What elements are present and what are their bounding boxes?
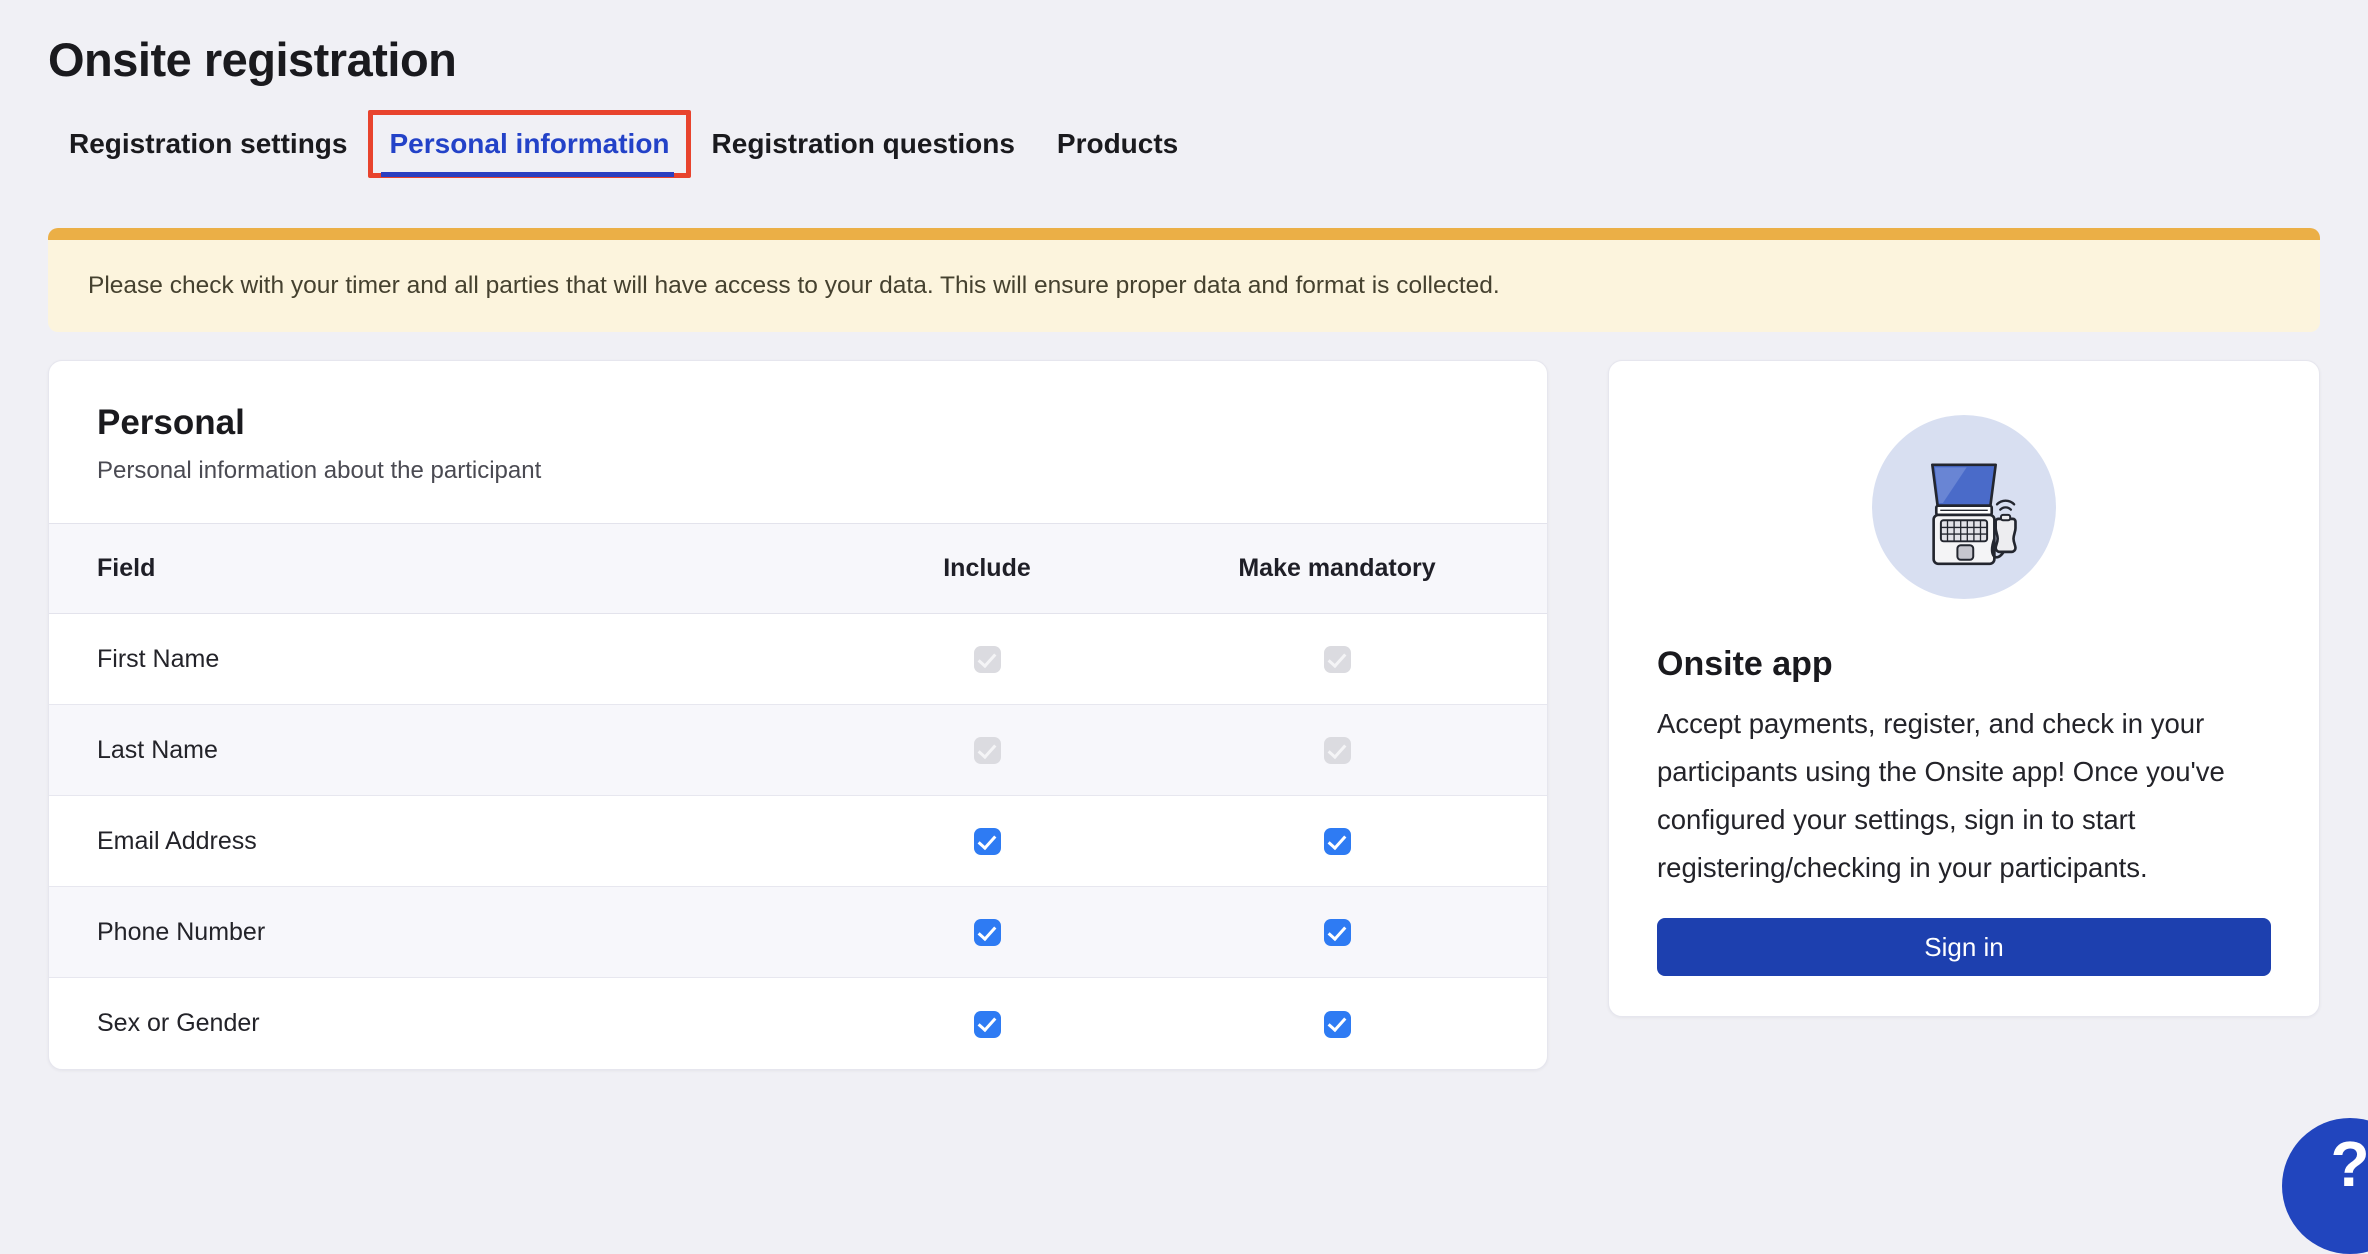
table-header-row: Field Include Make mandatory: [49, 524, 1547, 614]
tab-personal-information[interactable]: Personal information: [368, 110, 690, 178]
table-row: First Name: [49, 614, 1547, 705]
question-mark-icon: ?: [2330, 1132, 2368, 1196]
personal-card: Personal Personal information about the …: [48, 360, 1548, 1070]
table-row: Sex or Gender: [49, 978, 1547, 1069]
warning-banner: Please check with your timer and all par…: [48, 228, 2320, 332]
include-checkbox[interactable]: [974, 919, 1001, 946]
make-mandatory-checkbox: [1324, 737, 1351, 764]
tab-label: Products: [1057, 128, 1178, 159]
make-mandatory-checkbox[interactable]: [1324, 828, 1351, 855]
include-checkbox[interactable]: [974, 828, 1001, 855]
field-label: Email Address: [49, 796, 847, 887]
pos-terminal-card-reader-icon: [1898, 441, 2030, 573]
field-label: Last Name: [49, 705, 847, 796]
onsite-registration-page: Onsite registration Registration setting…: [0, 30, 2368, 1070]
tab-bar: Registration settings Personal informati…: [48, 110, 2320, 178]
page-title: Onsite registration: [48, 30, 2320, 90]
active-tab-underline: [381, 172, 673, 177]
onsite-app-card: Onsite app Accept payments, register, an…: [1608, 360, 2320, 1017]
tab-registration-settings[interactable]: Registration settings: [48, 110, 368, 178]
sign-in-button[interactable]: Sign in: [1657, 918, 2271, 976]
column-header-make-mandatory: Make mandatory: [1127, 524, 1547, 614]
include-checkbox[interactable]: [974, 1011, 1001, 1038]
field-label: Phone Number: [49, 887, 847, 978]
column-header-include: Include: [847, 524, 1127, 614]
include-checkbox: [974, 737, 1001, 764]
personal-card-title: Personal: [97, 403, 1499, 443]
table-row: Last Name: [49, 705, 1547, 796]
help-fab[interactable]: ?: [2282, 1118, 2368, 1254]
make-mandatory-checkbox[interactable]: [1324, 1011, 1351, 1038]
tab-label: Registration settings: [69, 128, 347, 159]
content-area: Personal Personal information about the …: [48, 360, 2320, 1070]
table-row: Phone Number: [49, 887, 1547, 978]
warning-banner-text: Please check with your timer and all par…: [88, 272, 1500, 300]
column-header-field: Field: [49, 524, 847, 614]
personal-card-subtitle: Personal information about the participa…: [97, 457, 1499, 485]
personal-fields-table: Field Include Make mandatory First Name …: [49, 523, 1547, 1069]
onsite-app-title: Onsite app: [1657, 645, 2271, 684]
include-checkbox: [974, 646, 1001, 673]
table-row: Email Address: [49, 796, 1547, 887]
onsite-app-description: Accept payments, register, and check in …: [1657, 700, 2271, 892]
tab-products[interactable]: Products: [1036, 110, 1199, 178]
tab-registration-questions[interactable]: Registration questions: [691, 110, 1036, 178]
make-mandatory-checkbox[interactable]: [1324, 919, 1351, 946]
onsite-app-icon-circle: [1872, 415, 2056, 599]
tab-label: Personal information: [389, 128, 669, 159]
field-label: Sex or Gender: [49, 978, 847, 1069]
personal-card-header: Personal Personal information about the …: [49, 361, 1547, 523]
field-label: First Name: [49, 614, 847, 705]
tab-label: Registration questions: [712, 128, 1015, 159]
make-mandatory-checkbox: [1324, 646, 1351, 673]
